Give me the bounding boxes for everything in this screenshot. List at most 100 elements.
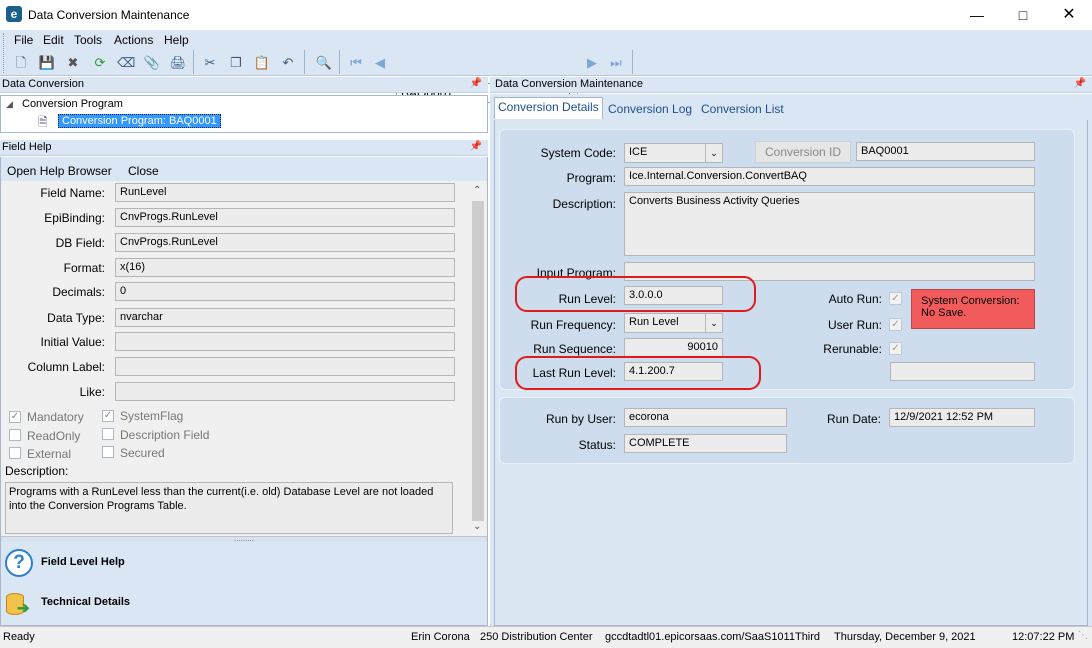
field-level-help-link[interactable]: Field Level Help xyxy=(41,556,125,568)
print-icon[interactable]: 🖨 xyxy=(169,54,187,72)
status-label: Status: xyxy=(578,438,616,452)
paste-icon[interactable]: 📋 xyxy=(253,54,271,72)
open-help-browser-button[interactable]: Open Help Browser xyxy=(7,164,112,178)
clear-icon[interactable]: ⌫ xyxy=(117,54,135,72)
tree-node-selected[interactable]: Conversion Program: BAQ0001 xyxy=(58,114,221,128)
tree-node-root[interactable]: Conversion Program xyxy=(22,98,123,110)
search-icon[interactable]: 🔍 xyxy=(315,54,333,72)
field-help-value[interactable]: RunLevel xyxy=(115,183,455,202)
extra-field[interactable] xyxy=(890,362,1035,381)
save-icon[interactable]: 💾 xyxy=(38,54,56,72)
copy-icon[interactable]: ❐ xyxy=(227,54,245,72)
system-code-value: ICE xyxy=(629,146,648,158)
pin-icon[interactable]: 📌 xyxy=(1074,78,1086,89)
run-frequency-select[interactable]: Run Level ⌄ xyxy=(624,313,723,333)
help-question-icon[interactable]: ? xyxy=(5,549,33,577)
last-record-icon[interactable]: ⏭ xyxy=(607,54,625,72)
delete-icon[interactable]: ✖ xyxy=(64,54,82,72)
field-help-value[interactable] xyxy=(115,332,455,351)
user-run-checkbox[interactable]: ✓ xyxy=(889,318,902,331)
scroll-down-icon[interactable]: ⌄ xyxy=(473,521,481,532)
field-help-value[interactable]: 0 xyxy=(115,282,455,301)
first-record-icon[interactable]: ⏮ xyxy=(347,54,365,72)
chevron-down-icon[interactable]: ⌄ xyxy=(705,144,722,162)
description-textbox[interactable]: Programs with a RunLevel less than the c… xyxy=(5,482,453,534)
technical-details-link[interactable]: Technical Details xyxy=(41,596,130,608)
readonly-checkbox[interactable] xyxy=(9,429,21,441)
tree-panel-title: Data Conversion xyxy=(2,78,84,90)
field-help-value[interactable]: CnvProgs.RunLevel xyxy=(115,233,455,252)
system-code-label: System Code: xyxy=(540,146,616,160)
fieldhelp-panel-header: Field Help 📌 xyxy=(0,140,488,156)
auto-run-checkbox[interactable]: ✓ xyxy=(889,292,902,305)
previous-record-icon[interactable]: ◀ xyxy=(371,54,389,72)
field-help-value[interactable]: x(16) xyxy=(115,258,455,277)
tab-conversion-details[interactable]: Conversion Details xyxy=(494,97,603,119)
status-field[interactable]: COMPLETE xyxy=(624,434,787,453)
run-level-label: Run Level: xyxy=(558,292,616,306)
close-icon[interactable]: ✕ xyxy=(1046,0,1092,30)
field-help-label: Column Label: xyxy=(27,360,105,374)
next-record-icon[interactable]: ▶ xyxy=(583,54,601,72)
menu-edit[interactable]: Edit xyxy=(40,33,67,47)
description-label: Description: xyxy=(552,197,616,211)
system-code-select[interactable]: ICE ⌄ xyxy=(624,143,723,163)
toolbar-separator xyxy=(632,50,633,74)
run-date-field[interactable]: 12/9/2021 12:52 PM xyxy=(889,408,1035,427)
last-run-level-field[interactable]: 4.1.200.7 xyxy=(624,362,723,381)
description-field-checkbox[interactable] xyxy=(102,428,114,440)
scroll-up-icon[interactable]: ⌃ xyxy=(473,185,481,196)
tab-conversion-list[interactable]: Conversion List xyxy=(698,100,787,118)
external-label: External xyxy=(27,447,72,461)
last-run-level-label: Last Run Level: xyxy=(532,366,616,380)
program-field[interactable]: Ice.Internal.Conversion.ConvertBAQ xyxy=(624,167,1035,186)
mandatory-checkbox[interactable]: ✓ xyxy=(9,411,21,423)
field-help-value[interactable] xyxy=(115,382,455,401)
new-icon[interactable]: 🗋 xyxy=(12,54,30,72)
run-by-user-label: Run by User: xyxy=(545,412,616,426)
status-time: 12:07:22 PM xyxy=(1012,631,1075,643)
menu-tools[interactable]: Tools xyxy=(71,33,105,47)
run-level-field[interactable]: 3.0.0.0 xyxy=(624,286,723,305)
refresh-icon[interactable]: ⟳ xyxy=(91,54,109,72)
menu-help[interactable]: Help xyxy=(161,33,192,47)
resize-grip-icon[interactable]: ⋱ xyxy=(1078,630,1088,641)
minimize-icon[interactable]: — xyxy=(954,0,1000,30)
field-help-label: Like: xyxy=(79,385,105,399)
grip-handle xyxy=(3,33,6,73)
secured-checkbox[interactable] xyxy=(102,446,114,458)
status-ready: Ready xyxy=(3,631,35,643)
run-by-user-field[interactable]: ecorona xyxy=(624,408,787,427)
tree-view[interactable]: ◢ Conversion Program 🗎 Conversion Progra… xyxy=(0,95,488,133)
field-help-value[interactable]: nvarchar xyxy=(115,308,455,327)
pin-icon[interactable]: 📌 xyxy=(470,141,482,152)
close-button[interactable]: Close xyxy=(128,164,159,178)
field-help-value[interactable]: CnvProgs.RunLevel xyxy=(115,208,455,227)
database-icon[interactable]: ➔ xyxy=(6,591,32,617)
app-icon: e xyxy=(6,6,22,22)
systemflag-label: SystemFlag xyxy=(120,409,184,423)
attach-icon[interactable]: 📎 xyxy=(143,54,161,72)
run-sequence-field[interactable]: 90010 xyxy=(624,338,723,357)
maximize-icon[interactable]: □ xyxy=(1000,0,1046,30)
conversion-id-button[interactable]: Conversion ID xyxy=(755,141,851,163)
menu-file[interactable]: File xyxy=(11,33,36,47)
external-checkbox[interactable] xyxy=(9,447,21,459)
run-frequency-value: Run Level xyxy=(629,316,679,328)
conversion-id-field[interactable]: BAQ0001 xyxy=(856,142,1035,161)
scrollbar-thumb[interactable] xyxy=(472,201,484,521)
menu-actions[interactable]: Actions xyxy=(111,33,156,47)
field-help-value[interactable] xyxy=(115,357,455,376)
collapse-icon[interactable]: ◢ xyxy=(6,99,13,110)
panel-splitter[interactable]: ......... xyxy=(1,535,487,543)
tab-conversion-log[interactable]: Conversion Log xyxy=(605,100,695,118)
rerunable-checkbox[interactable]: ✓ xyxy=(889,342,902,355)
scrollbar[interactable]: ⌃ ⌄ xyxy=(470,183,486,537)
pin-icon[interactable]: 📌 xyxy=(470,78,482,89)
undo-icon[interactable]: ↶ xyxy=(279,54,297,72)
description-field[interactable]: Converts Business Activity Queries xyxy=(624,192,1035,256)
cut-icon[interactable]: ✂ xyxy=(201,54,219,72)
fieldhelp-panel: Open Help Browser Close ⌃ ⌄ Field Name: R… xyxy=(0,157,488,626)
chevron-down-icon[interactable]: ⌄ xyxy=(705,314,722,332)
systemflag-checkbox[interactable]: ✓ xyxy=(102,410,114,422)
